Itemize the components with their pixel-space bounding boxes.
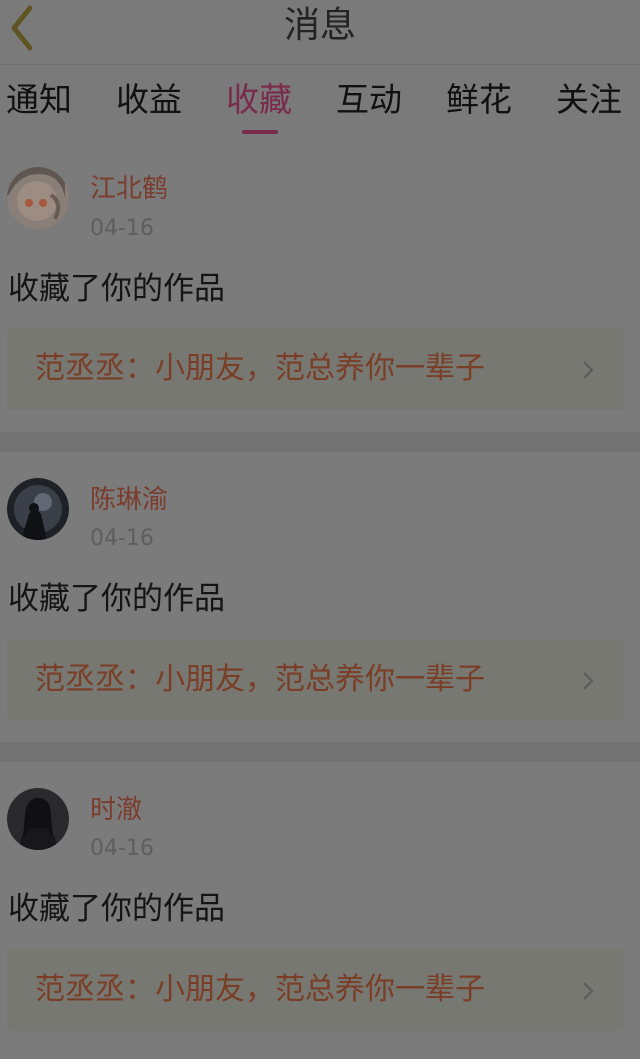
avatar[interactable] bbox=[7, 167, 69, 229]
user-name[interactable]: 江北鹤 bbox=[90, 173, 168, 205]
action-text: 收藏了你的作品 bbox=[8, 581, 225, 617]
work-title: 范丞丞：小朋友，范总养你一辈子 bbox=[35, 972, 485, 1007]
avatar[interactable] bbox=[7, 478, 69, 540]
work-title: 范丞丞：小朋友，范总养你一辈子 bbox=[35, 662, 485, 697]
list-item: 时澈 04-16 收藏了你的作品 范丞丞：小朋友，范总养你一辈子 bbox=[0, 762, 640, 1052]
tab-earnings[interactable]: 收益 bbox=[116, 80, 182, 120]
work-title: 范丞丞：小朋友，范总养你一辈子 bbox=[35, 351, 485, 386]
work-link[interactable]: 范丞丞：小朋友，范总养你一辈子 bbox=[7, 949, 624, 1031]
list-item: 陈琳渝 04-16 收藏了你的作品 范丞丞：小朋友，范总养你一辈子 bbox=[0, 452, 640, 742]
active-tab-indicator bbox=[242, 130, 278, 134]
tab-flowers[interactable]: 鲜花 bbox=[446, 80, 512, 120]
action-text: 收藏了你的作品 bbox=[8, 271, 225, 307]
divider bbox=[0, 432, 640, 452]
page-title: 消息 bbox=[283, 5, 356, 46]
timestamp: 04-16 bbox=[90, 526, 154, 551]
work-link[interactable]: 范丞丞：小朋友，范总养你一辈子 bbox=[7, 328, 624, 410]
user-name[interactable]: 陈琳渝 bbox=[90, 484, 168, 516]
tab-bar: 通知 收益 收藏 互动 鲜花 关注 bbox=[0, 66, 640, 142]
user-name[interactable]: 时澈 bbox=[90, 794, 142, 826]
tab-interactions[interactable]: 互动 bbox=[336, 80, 402, 120]
top-nav-bar: 消息 bbox=[0, 0, 640, 65]
timestamp: 04-16 bbox=[90, 216, 154, 241]
chevron-right-icon bbox=[583, 982, 594, 1000]
work-link[interactable]: 范丞丞：小朋友，范总养你一辈子 bbox=[7, 639, 624, 721]
avatar[interactable] bbox=[7, 788, 69, 850]
chevron-right-icon bbox=[583, 361, 594, 379]
divider bbox=[0, 742, 640, 762]
chevron-right-icon bbox=[583, 672, 594, 690]
action-text: 收藏了你的作品 bbox=[8, 891, 225, 927]
list-item: 江北鹤 04-16 收藏了你的作品 范丞丞：小朋友，范总养你一辈子 bbox=[0, 142, 640, 432]
tab-follows[interactable]: 关注 bbox=[556, 80, 622, 120]
tab-favorites[interactable]: 收藏 bbox=[226, 80, 292, 120]
timestamp: 04-16 bbox=[90, 836, 154, 861]
tab-notifications[interactable]: 通知 bbox=[6, 80, 72, 120]
